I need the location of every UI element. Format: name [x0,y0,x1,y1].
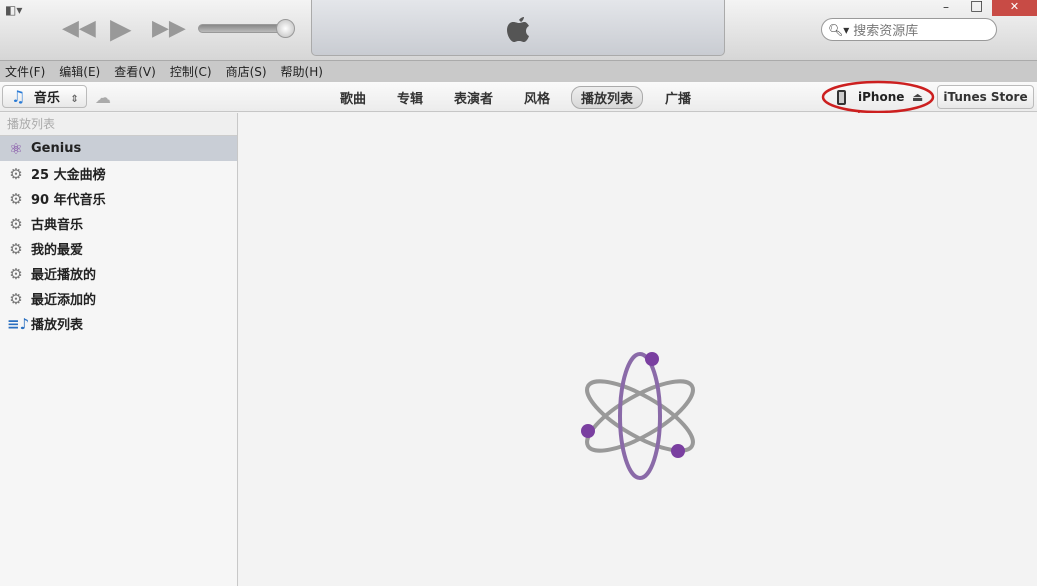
sidebar-toggle-icon[interactable]: ◧▾ [5,3,22,17]
sidebar-item-recently-added[interactable]: ⚙ 最近添加的 [0,286,237,311]
sidebar-item-playlist[interactable]: ≡♪ 播放列表 [0,311,237,336]
search-field[interactable]: 🔍︎▾ 搜索资源库 [821,18,997,41]
menu-help[interactable]: 帮助(H) [281,61,323,83]
sidebar-item-favorites[interactable]: ⚙ 我的最爱 [0,236,237,261]
gear-icon: ⚙ [9,289,23,308]
tab-songs[interactable]: 歌曲 [340,88,366,107]
menu-file[interactable]: 文件(F) [5,61,45,83]
sidebar-item-top25[interactable]: ⚙ 25 大金曲榜 [0,161,237,186]
sidebar-item-label: 我的最爱 [31,243,84,258]
gear-icon: ⚙ [9,189,23,208]
menu-edit[interactable]: 编辑(E) [59,61,100,83]
menu-controls[interactable]: 控制(C) [170,61,212,83]
gear-icon: ⚙ [9,264,23,283]
sidebar-item-recently-played[interactable]: ⚙ 最近播放的 [0,261,237,286]
maximize-button[interactable]: □ [970,0,983,14]
sidebar-item-label: 播放列表 [31,318,84,333]
tab-playlists[interactable]: 播放列表 [571,86,644,109]
sidebar: 播放列表 ⚛ Genius ⚙ 25 大金曲榜 ⚙ 90 年代音乐 ⚙ 古典音乐 ⚙ 我的… [0,113,238,586]
updown-arrows-icon: ⇕ [70,94,79,105]
tab-radio[interactable]: 广播 [665,88,691,107]
search-input[interactable]: 搜索资源库 [853,20,918,39]
toolbar: ♫ 音乐 ⇕ ☁ 歌曲 专辑 表演者 风格 播放列表 广播 iPhone ⏏ i… [0,80,1037,114]
sidebar-item-label: 古典音乐 [31,218,84,233]
genius-atom-icon [581,352,695,480]
volume-knob[interactable] [276,19,295,38]
tab-genres[interactable]: 风格 [524,88,550,107]
apple-logo-icon [507,17,529,42]
rewind-button[interactable]: ◀◀ [62,16,96,41]
sidebar-item-classical[interactable]: ⚙ 古典音乐 [0,211,237,236]
sidebar-item-label: 25 大金曲榜 [31,168,106,183]
tab-albums[interactable]: 专辑 [397,88,423,107]
play-button[interactable]: ▶ [110,12,132,45]
main-content [239,113,1037,586]
music-note-icon: ♫ [11,87,26,106]
sidebar-item-label: 最近添加的 [31,293,97,308]
sidebar-item-genius[interactable]: ⚛ Genius [0,136,237,161]
sidebar-item-90s[interactable]: ⚙ 90 年代音乐 [0,186,237,211]
volume-slider[interactable] [198,24,288,33]
player-controls-bar: ◧▾ ◀◀ ▶ ▶▶ – □ ✕ 🔍︎▾ 搜索资源库 [0,0,1037,60]
gear-icon: ⚙ [9,164,23,183]
close-button[interactable]: ✕ [992,0,1037,16]
search-icon: 🔍︎▾ [828,22,850,37]
gear-icon: ⚙ [9,214,23,233]
genius-icon: ⚛ [9,139,23,158]
menu-store[interactable]: 商店(S) [226,61,267,83]
sidebar-item-label: 90 年代音乐 [31,193,106,208]
itunes-store-button[interactable]: iTunes Store [937,85,1034,109]
cloud-icon[interactable]: ☁ [95,88,111,107]
fast-forward-button[interactable]: ▶▶ [152,16,186,41]
sidebar-header: 播放列表 [0,113,237,136]
minimize-button[interactable]: – [943,0,949,14]
library-label: 音乐 [33,91,60,106]
sidebar-item-label: 最近播放的 [31,268,97,283]
playlist-icon: ≡♪ [7,314,30,333]
sidebar-item-label: Genius [31,141,82,156]
gear-icon: ⚙ [9,239,23,258]
status-display [311,0,725,56]
menu-view[interactable]: 查看(V) [114,61,156,83]
library-selector[interactable]: ♫ 音乐 ⇕ [2,85,87,108]
tab-artists[interactable]: 表演者 [454,88,493,107]
